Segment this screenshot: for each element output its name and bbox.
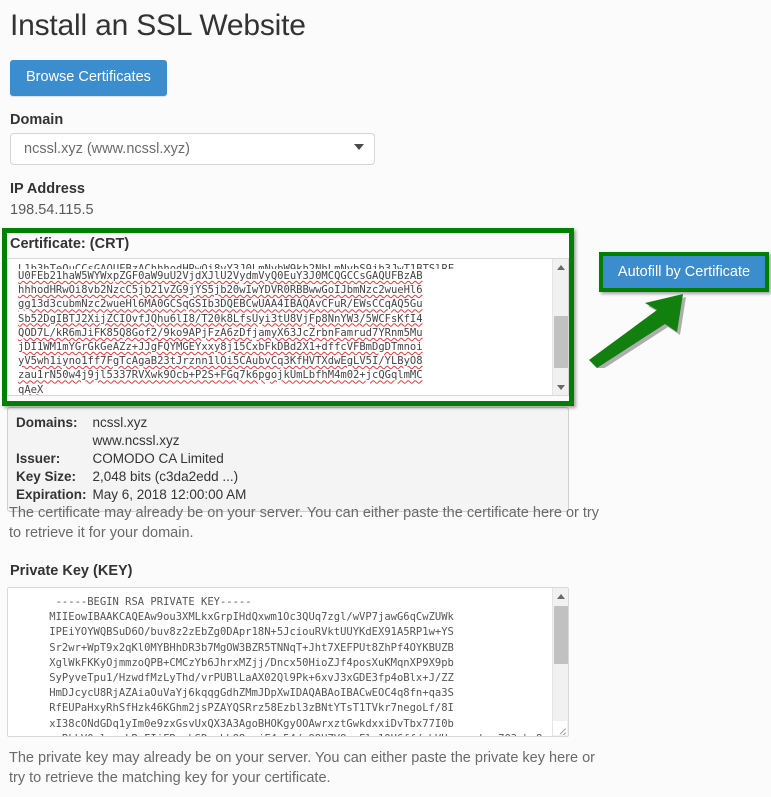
table-row: Issuer: COMODO CA Limited — [16, 450, 246, 468]
private-key-scrollbar-thumb[interactable] — [554, 606, 568, 664]
certificate-scrollbar[interactable] — [552, 259, 568, 395]
private-key-label: Private Key (KEY) — [10, 563, 133, 579]
detail-value: May 6, 2018 12:00:00 AM — [92, 487, 247, 502]
private-key-help-text: The private key may already be on your s… — [9, 750, 595, 786]
private-key-text-clipped-line: kma7Q3zhn8csiPBwE+4NGo0KwwlBS;eWU1pBp+Jj… — [454, 733, 553, 736]
table-row: Key Size: 2,048 bits (c3da2edd ...) — [16, 468, 246, 486]
ip-address-value: 198.54.115.5 — [10, 201, 94, 218]
private-key-scrollbar[interactable] — [552, 588, 568, 736]
domain-select[interactable]: ncssl.xyz (www.ncssl.xyz) — [10, 132, 375, 165]
domain-select-wrapper[interactable]: ncssl.xyz (www.ncssl.xyz) — [10, 132, 375, 165]
page-title: Install an SSL Website — [10, 9, 306, 42]
autofill-by-certificate-button[interactable]: Autofill by Certificate — [603, 256, 765, 288]
certificate-details-table: Domains: ncssl.xyz www.ncssl.xyz Issuer:… — [16, 414, 246, 504]
detail-key: Key Size: — [16, 469, 77, 484]
certificate-textarea[interactable]: L1b3hTeOuCCsGAQUFBzAChhhodHRwOi8vY3J0LmN… — [7, 258, 569, 396]
certificate-details-panel: Domains: ncssl.xyz www.ncssl.xyz Issuer:… — [7, 407, 569, 512]
private-key-text-body: -----BEGIN RSA PRIVATE KEY----- MIIEowIB… — [49, 596, 454, 736]
private-key-text[interactable]: -----BEGIN RSA PRIVATE KEY----- MIIEowIB… — [8, 588, 553, 736]
detail-key: Issuer: — [16, 451, 61, 466]
detail-value: ncssl.xyz — [92, 415, 148, 430]
scroll-up-arrow-icon[interactable] — [553, 259, 568, 275]
private-key-textarea[interactable]: -----BEGIN RSA PRIVATE KEY----- MIIEowIB… — [7, 587, 569, 737]
arrow-up-right-icon — [589, 294, 686, 368]
browse-certificates-button[interactable]: Browse Certificates — [10, 60, 167, 96]
detail-value: www.ncssl.xyz — [92, 433, 180, 448]
certificate-text-body: U0FEb21haW5WYWxpZGF0aW9uU2VjdXJlU2VydmVy… — [18, 270, 423, 396]
detail-value: 2,048 bits (c3da2edd ...) — [92, 469, 239, 484]
table-row: Expiration: May 6, 2018 12:00:00 AM — [16, 486, 246, 504]
detail-key: Expiration: — [16, 487, 87, 502]
domain-label: Domain — [10, 111, 64, 128]
private-key-section: -----BEGIN RSA PRIVATE KEY----- MIIEowIB… — [7, 587, 569, 737]
install-ssl-website-page: Install an SSL Website Browse Certificat… — [0, 0, 771, 797]
scroll-up-arrow-icon[interactable] — [553, 588, 568, 604]
table-row: Domains: ncssl.xyz — [16, 414, 246, 432]
resize-grip-icon[interactable] — [553, 721, 567, 735]
certificate-scrollbar-thumb[interactable] — [554, 316, 568, 368]
detail-value: COMODO CA Limited — [92, 451, 224, 466]
scroll-down-arrow-icon[interactable] — [553, 379, 568, 395]
detail-key: Domains: — [16, 415, 78, 430]
certificate-section: Certificate: (CRT) L1b3hTeOuCCsGAQUFBzAC… — [7, 233, 569, 396]
certificate-help-text: The certificate may already be on your s… — [9, 505, 599, 541]
certificate-text[interactable]: L1b3hTeOuCCsGAQUFBzAChhhodHRwOi8vY3J0LmN… — [8, 259, 553, 396]
certificate-text-clipped-line: L1b3hTeOuCCsGAQUFBzAChhhodHRwOi8vY3J0LmN… — [18, 263, 455, 269]
ip-address-label: IP Address — [10, 180, 85, 197]
table-row: www.ncssl.xyz — [16, 432, 246, 450]
detail-key — [16, 432, 93, 450]
certificate-label: Certificate: (CRT) — [7, 233, 569, 258]
